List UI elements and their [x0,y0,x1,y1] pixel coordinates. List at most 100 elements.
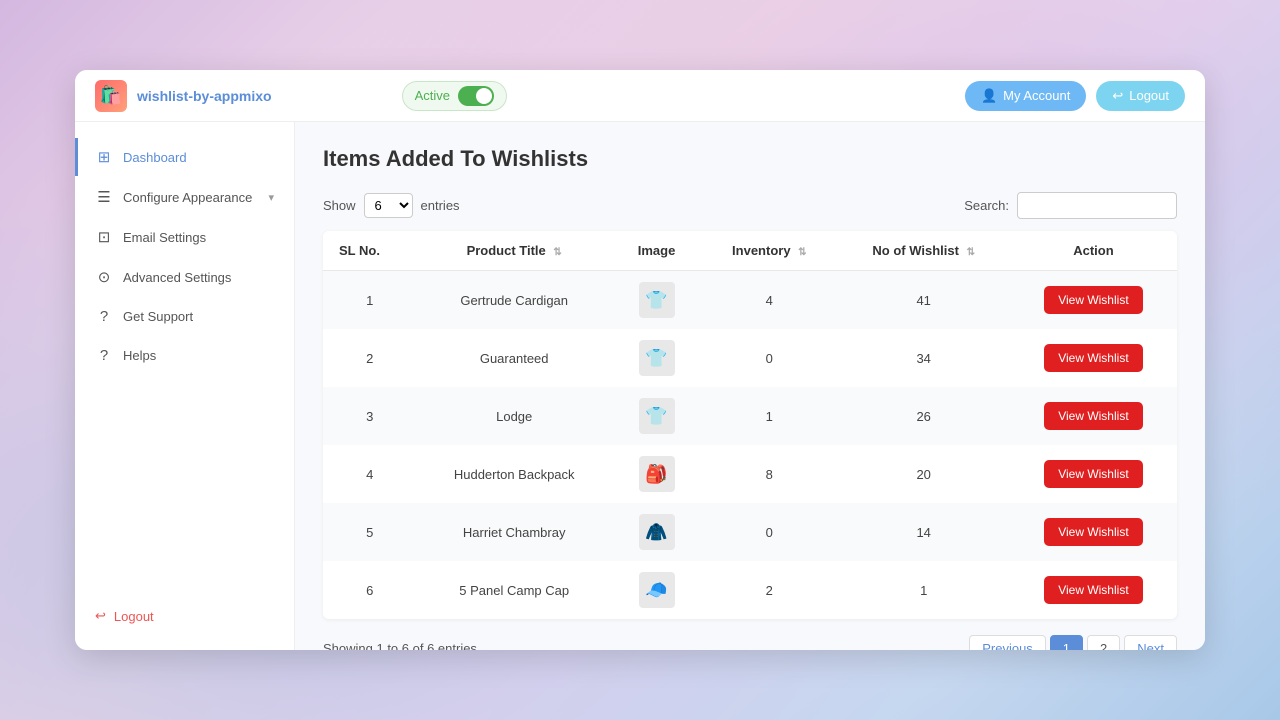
cell-wishlist-count-3: 20 [838,445,1010,503]
cell-sl-4: 5 [323,503,416,561]
main-content: Items Added To Wishlists Show 6 10 25 50… [295,122,1205,650]
active-toggle[interactable]: Active [402,81,507,111]
pagination-previous-button[interactable]: Previous [969,635,1046,650]
sidebar: ⊞ Dashboard ☰ Configure Appearance ▾ ⊡ E… [75,122,295,650]
cell-action-5: View Wishlist [1010,561,1177,619]
cell-image-5: 🧢 [612,561,701,619]
pagination-next-button[interactable]: Next [1124,635,1177,650]
col-image: Image [612,231,701,271]
cell-wishlist-count-2: 26 [838,387,1010,445]
sidebar-item-helps[interactable]: ? Helps [75,337,294,374]
cell-product-1: Guaranteed [416,329,612,387]
product-image-3: 🎒 [639,456,675,492]
view-wishlist-button-3[interactable]: View Wishlist [1044,460,1142,488]
chevron-down-icon: ▾ [268,191,274,204]
cell-sl-2: 3 [323,387,416,445]
sidebar-footer: ↩ Logout [75,598,294,634]
help-icon: ? [95,347,113,364]
support-icon: ? [95,308,113,325]
show-label: Show [323,198,356,213]
show-entries: Show 6 10 25 50 entries [323,193,460,218]
search-input[interactable] [1017,192,1177,219]
cell-action-2: View Wishlist [1010,387,1177,445]
configure-icon: ☰ [95,188,113,206]
logo-text: wishlist-by-appmixo [137,88,272,104]
product-image-4: 🧥 [639,514,675,550]
account-icon: 👤 [981,88,997,104]
col-action: Action [1010,231,1177,271]
table-body: 1 Gertrude Cardigan 👕 4 41 View Wishlist… [323,271,1177,620]
pagination-page-2[interactable]: 2 [1087,635,1120,650]
cell-product-5: 5 Panel Camp Cap [416,561,612,619]
sort-icon-product: ⇅ [553,247,561,258]
product-image-5: 🧢 [639,572,675,608]
cell-inventory-0: 4 [701,271,837,330]
cell-wishlist-count-1: 34 [838,329,1010,387]
table-header-row: SL No. Product Title ⇅ Image Inventory ⇅ [323,231,1177,271]
table-controls: Show 6 10 25 50 entries Search: [323,192,1177,219]
email-icon: ⊡ [95,228,113,246]
sort-icon-inventory: ⇅ [798,247,806,258]
sidebar-item-dashboard[interactable]: ⊞ Dashboard [75,138,294,176]
table-footer: Showing 1 to 6 of 6 entries Previous 1 2… [323,635,1177,650]
sidebar-item-get-support[interactable]: ? Get Support [75,298,294,335]
entries-select[interactable]: 6 10 25 50 [364,193,413,218]
cell-inventory-3: 8 [701,445,837,503]
table-row: 3 Lodge 👕 1 26 View Wishlist [323,387,1177,445]
top-bar-right: 👤 My Account ↩ Logout [965,81,1185,111]
cell-sl-0: 1 [323,271,416,330]
cell-product-2: Lodge [416,387,612,445]
cell-product-4: Harriet Chambray [416,503,612,561]
cell-inventory-4: 0 [701,503,837,561]
table-row: 1 Gertrude Cardigan 👕 4 41 View Wishlist [323,271,1177,330]
entries-label: entries [421,198,460,213]
table-row: 5 Harriet Chambray 🧥 0 14 View Wishlist [323,503,1177,561]
my-account-button[interactable]: 👤 My Account [965,81,1086,111]
col-no-of-wishlist: No of Wishlist ⇅ [838,231,1010,271]
search-label: Search: [964,198,1009,213]
cell-sl-3: 4 [323,445,416,503]
sidebar-item-email-settings[interactable]: ⊡ Email Settings [75,218,294,256]
cell-sl-5: 6 [323,561,416,619]
cell-action-0: View Wishlist [1010,271,1177,330]
table-row: 2 Guaranteed 👕 0 34 View Wishlist [323,329,1177,387]
table-row: 6 5 Panel Camp Cap 🧢 2 1 View Wishlist [323,561,1177,619]
advanced-icon: ⊙ [95,268,113,286]
view-wishlist-button-5[interactable]: View Wishlist [1044,576,1142,604]
view-wishlist-button-2[interactable]: View Wishlist [1044,402,1142,430]
col-sl-no: SL No. [323,231,416,271]
cell-wishlist-count-0: 41 [838,271,1010,330]
main-layout: ⊞ Dashboard ☰ Configure Appearance ▾ ⊡ E… [75,122,1205,650]
cell-inventory-1: 0 [701,329,837,387]
cell-image-0: 👕 [612,271,701,330]
view-wishlist-button-1[interactable]: View Wishlist [1044,344,1142,372]
view-wishlist-button-4[interactable]: View Wishlist [1044,518,1142,546]
product-image-2: 👕 [639,398,675,434]
logo-icon: 🛍️ [95,80,127,112]
header-logout-button[interactable]: ↩ Logout [1096,81,1185,111]
sidebar-logout-button[interactable]: ↩ Logout [95,608,274,624]
view-wishlist-button-0[interactable]: View Wishlist [1044,286,1142,314]
pagination-page-1[interactable]: 1 [1050,635,1083,650]
cell-wishlist-count-4: 14 [838,503,1010,561]
sidebar-item-configure-appearance[interactable]: ☰ Configure Appearance ▾ [75,178,294,216]
app-window: 🛍️ wishlist-by-appmixo Active 👤 My Accou… [75,70,1205,650]
cell-image-2: 👕 [612,387,701,445]
cell-action-1: View Wishlist [1010,329,1177,387]
sidebar-nav: ⊞ Dashboard ☰ Configure Appearance ▾ ⊡ E… [75,138,294,374]
col-inventory: Inventory ⇅ [701,231,837,271]
product-image-0: 👕 [639,282,675,318]
active-toggle-switch[interactable] [458,86,494,106]
sidebar-item-advanced-settings[interactable]: ⊙ Advanced Settings [75,258,294,296]
product-image-1: 👕 [639,340,675,376]
logout-icon: ↩ [1112,88,1123,104]
page-title: Items Added To Wishlists [323,146,1177,172]
cell-inventory-2: 1 [701,387,837,445]
cell-sl-1: 2 [323,329,416,387]
sort-icon-wishlist: ⇅ [967,247,975,258]
showing-text: Showing 1 to 6 of 6 entries [323,641,477,650]
cell-wishlist-count-5: 1 [838,561,1010,619]
cell-product-3: Hudderton Backpack [416,445,612,503]
top-bar-left: 🛍️ wishlist-by-appmixo Active [95,80,507,112]
pagination: Previous 1 2 Next [969,635,1177,650]
